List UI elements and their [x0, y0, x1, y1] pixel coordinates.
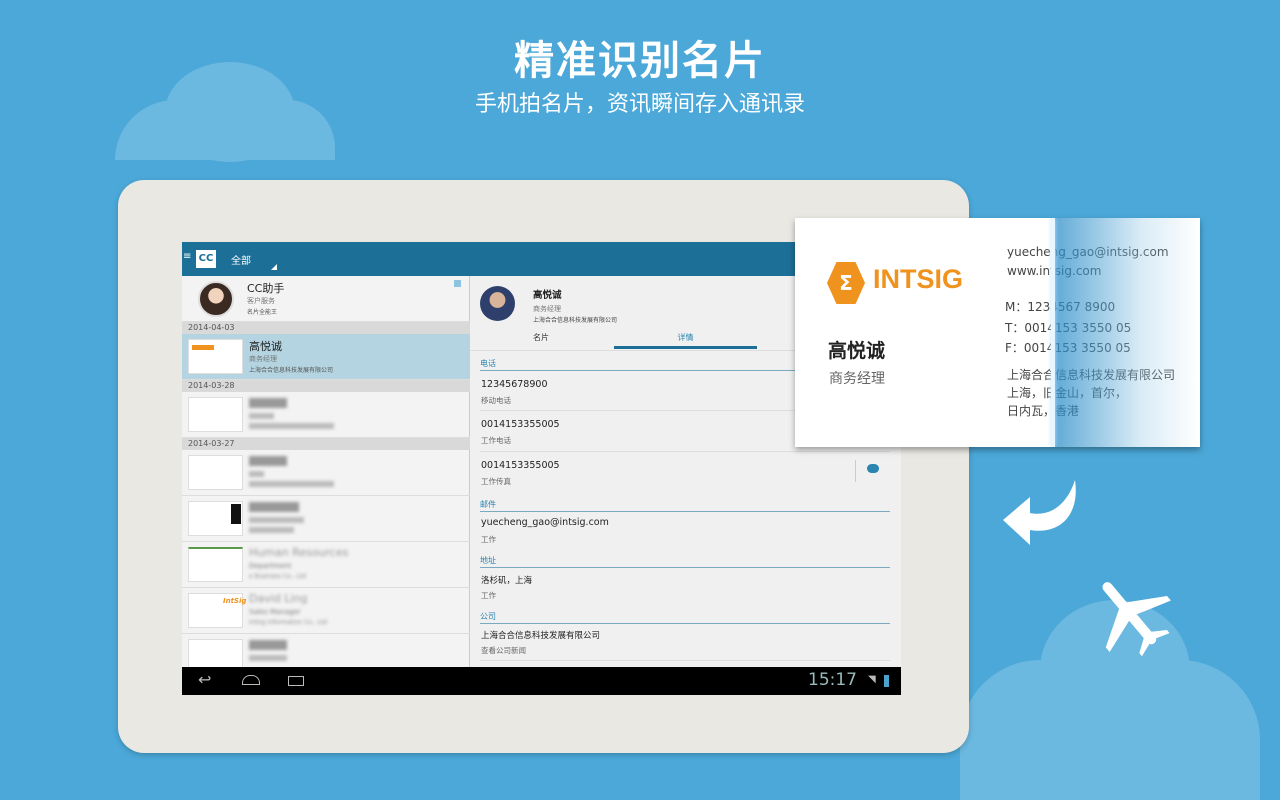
recents-icon[interactable] — [288, 676, 304, 686]
divider — [480, 660, 890, 661]
system-nav-bar: ↩ 15:17 ◥ — [182, 667, 901, 695]
scan-overlay — [1053, 218, 1200, 447]
detail-name: 高悦诚 — [533, 290, 562, 301]
card-thumbnail — [188, 339, 243, 374]
phone-mobile[interactable]: 12345678900 — [481, 379, 548, 390]
contact-name: David Ling — [249, 592, 308, 605]
app-logo[interactable]: CC — [196, 250, 216, 268]
blurred-title — [249, 413, 274, 419]
card-title: 商务经理 — [829, 371, 885, 387]
phone-work[interactable]: 0014153355005 — [481, 419, 560, 430]
address-label: 工作 — [481, 591, 496, 600]
address-value[interactable]: 洛杉矶，上海 — [481, 574, 532, 586]
contact-name: CC助手 — [247, 282, 285, 295]
date-header: 2014-03-27 — [182, 438, 470, 450]
contact-title: Department — [249, 562, 292, 570]
banner-title: 精准识别名片 — [514, 38, 766, 84]
tablet-screen: ≡ CC 全部 CC助手 客户服务 名片全能王 2014-04-03 高悦诚 商… — [182, 242, 901, 695]
section-company: 公司 — [480, 611, 890, 624]
phone-fax-label: 工作传真 — [481, 477, 511, 486]
tab-details[interactable]: 详情 — [614, 332, 757, 349]
list-item[interactable] — [182, 450, 470, 496]
blurred-title — [249, 471, 264, 477]
contact-title: Sales Manager — [249, 608, 301, 616]
blurred-company — [249, 527, 294, 533]
contact-title: 商务经理 — [249, 355, 277, 363]
card-thumbnail — [188, 455, 243, 490]
blurred-name — [249, 456, 287, 466]
contact-company: e Business Co., Ltd — [249, 573, 306, 580]
divider — [855, 460, 856, 482]
dropdown-triangle-icon — [271, 264, 277, 270]
sync-icon[interactable] — [454, 280, 461, 287]
airplane-icon — [1102, 582, 1171, 657]
card-brand: INTSIG — [873, 264, 964, 294]
card-thumbnail — [188, 501, 243, 536]
phone-mobile-label: 移动电话 — [481, 396, 511, 405]
contact-name: 高悦诚 — [249, 340, 282, 353]
detail-title: 商务经理 — [533, 305, 561, 313]
card-thumbnail — [188, 547, 243, 582]
list-item-selected[interactable]: 高悦诚 商务经理 上海合合信息科技发展有限公司 — [182, 334, 470, 380]
list-item[interactable]: Human Resources Department e Business Co… — [182, 542, 470, 588]
wifi-icon: ◥ — [868, 674, 876, 685]
date-header: 2014-03-28 — [182, 380, 470, 392]
contact-desc: 名片全能王 — [247, 309, 278, 316]
contact-name: Human Resources — [249, 546, 349, 559]
section-email: 邮件 — [480, 499, 890, 512]
intsig-logo-icon: Σ — [827, 262, 865, 304]
curved-arrow-icon — [1003, 480, 1076, 545]
card-name: 高悦诚 — [828, 340, 886, 362]
card-thumbnail: IntSig — [188, 593, 246, 628]
detail-company: 上海合合信息科技发展有限公司 — [533, 317, 618, 324]
filter-dropdown[interactable]: 全部 — [231, 252, 251, 267]
phone-fax[interactable]: 0014153355005 — [481, 460, 560, 471]
blurred-name — [249, 502, 299, 512]
list-item[interactable] — [182, 496, 470, 542]
message-icon[interactable] — [867, 464, 879, 473]
company-value: 上海合合信息科技发展有限公司 — [481, 631, 601, 641]
card-thumbnail — [188, 397, 243, 432]
contact-role: 客户服务 — [247, 297, 275, 305]
date-header: 2014-04-03 — [182, 322, 470, 334]
contact-list[interactable]: CC助手 客户服务 名片全能王 2014-04-03 高悦诚 商务经理 上海合合… — [182, 276, 470, 680]
avatar — [480, 286, 515, 321]
tab-card[interactable]: 名片 — [533, 332, 549, 343]
divider — [480, 451, 890, 452]
scan-line — [1051, 218, 1055, 447]
blurred-company — [249, 481, 334, 487]
contact-company: Intsig Information Co., Ltd — [249, 619, 328, 626]
list-item-assistant[interactable]: CC助手 客户服务 名片全能王 — [182, 276, 470, 322]
list-item[interactable]: IntSig David Ling Sales Manager Intsig I… — [182, 588, 470, 634]
battery-icon — [884, 675, 889, 687]
business-card: Σ INTSIG 高悦诚 商务经理 yuecheng_gao@intsig.co… — [795, 218, 1200, 447]
blurred-title — [249, 655, 287, 661]
home-icon[interactable] — [242, 675, 260, 685]
clock: 15:17 — [808, 670, 857, 690]
hamburger-icon[interactable]: ≡ — [183, 251, 191, 262]
section-address: 地址 — [480, 555, 890, 568]
back-icon[interactable]: ↩ — [198, 670, 211, 689]
blurred-name — [249, 398, 287, 408]
company-news-link[interactable]: 查看公司新闻 — [481, 645, 526, 656]
contact-company: 上海合合信息科技发展有限公司 — [249, 367, 334, 374]
blurred-name — [249, 640, 287, 650]
phone-work-label: 工作电话 — [481, 436, 511, 445]
avatar — [198, 281, 234, 317]
blurred-company — [249, 423, 334, 429]
email-value[interactable]: yuecheng_gao@intsig.com — [481, 517, 609, 528]
list-item[interactable] — [182, 392, 470, 438]
email-label: 工作 — [481, 535, 496, 544]
banner-subtitle: 手机拍名片，资讯瞬间存入通讯录 — [474, 92, 805, 117]
blurred-title — [249, 517, 304, 523]
app-bar: ≡ CC 全部 — [182, 242, 901, 276]
